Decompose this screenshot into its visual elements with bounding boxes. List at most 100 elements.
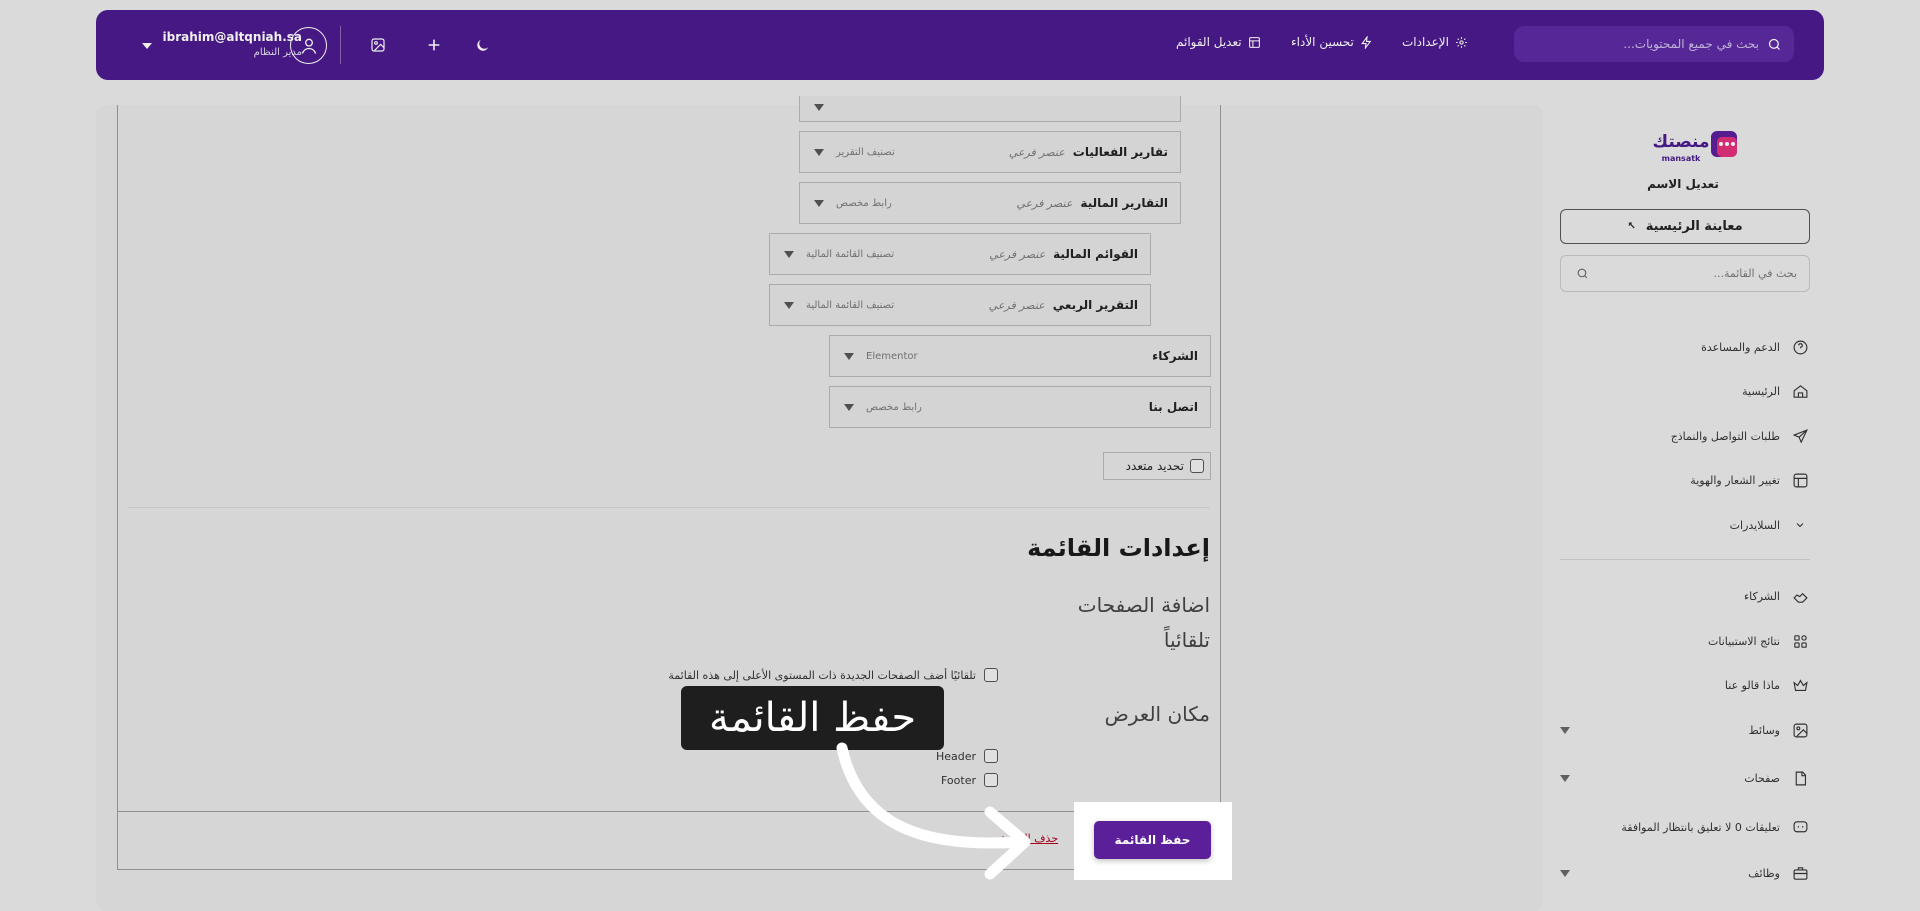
sidebar-item-media[interactable]: وسائط xyxy=(1560,716,1810,744)
sidebar-search[interactable] xyxy=(1560,255,1810,292)
location-option-header[interactable]: Header xyxy=(880,749,998,763)
section-divider xyxy=(127,507,1210,508)
save-menu-button[interactable]: حفظ القائمة xyxy=(1094,821,1211,859)
sidebar-item-label: الشركاء xyxy=(1743,589,1780,603)
bulk-select-toggle[interactable]: تحديد متعدد xyxy=(1103,452,1211,480)
sidebar-item-partners[interactable]: الشركاء xyxy=(1560,582,1810,610)
footer-location-checkbox[interactable] xyxy=(984,773,998,787)
avatar[interactable] xyxy=(290,27,327,64)
menu-item-title: القوائم المالية xyxy=(1053,247,1138,261)
expand-arrow-icon[interactable] xyxy=(814,104,824,111)
menu-item-title: الشركاء xyxy=(1152,349,1198,363)
home-icon xyxy=(1790,381,1810,401)
site-name[interactable]: تعديل الاسم xyxy=(1543,177,1823,191)
sidebar-item-branding[interactable]: تغيير الشعار والهوية xyxy=(1560,466,1810,494)
nav-performance-label: تحسين الأداء xyxy=(1291,35,1354,49)
auto-add-pages-option[interactable]: تلقائيًا أضف الصفحات الجديدة ذات المستوى… xyxy=(600,668,998,682)
expand-arrow-icon[interactable] xyxy=(814,149,824,156)
nav-settings[interactable]: الإعدادات xyxy=(1402,35,1468,49)
menu-item[interactable]: التقرير الربعي عنصر فرعي تصنيف القائمة ا… xyxy=(769,284,1151,326)
sidebar-item-support[interactable]: الدعم والمساعدة xyxy=(1560,333,1810,361)
location-option-footer[interactable]: Footer xyxy=(880,773,998,787)
sidebar-item-label: طلبات التواصل والنماذج xyxy=(1670,429,1780,443)
sidebar-item-survey-results[interactable]: نتائج الاستبيانات xyxy=(1560,627,1810,655)
send-icon xyxy=(1790,426,1810,446)
top-header: ibrahim@altqniah.sa مدير النظام تعديل ال… xyxy=(96,10,1824,80)
menu-item[interactable]: اتصل بنا رابط مخصص xyxy=(829,386,1211,428)
sidebar-item-jobs[interactable]: وظائف xyxy=(1560,859,1810,887)
bolt-icon xyxy=(1360,35,1372,49)
menu-item-category: رابط مخصص xyxy=(866,401,922,413)
menu-item-type: عنصر فرعي xyxy=(1016,196,1073,210)
expand-arrow-icon[interactable] xyxy=(844,404,854,411)
menu-layout-icon xyxy=(1248,36,1260,48)
nav-performance[interactable]: تحسين الأداء xyxy=(1291,35,1373,49)
sidebar-item-pages[interactable]: صفحات xyxy=(1560,764,1810,792)
sidebar-item-label: وظائف xyxy=(1748,866,1780,880)
menu-item[interactable]: التقارير المالية عنصر فرعي رابط مخصص xyxy=(799,182,1181,224)
brand-logo[interactable]: منصتك mansatk xyxy=(1641,125,1741,169)
menu-item-type: عنصر فرعي xyxy=(988,298,1045,312)
nav-edit-menus[interactable]: تعديل القوائم xyxy=(1176,35,1261,49)
sidebar-item-contact-requests[interactable]: طلبات التواصل والنماذج xyxy=(1560,422,1810,450)
expand-arrow-icon[interactable] xyxy=(1560,869,1570,877)
dark-mode-icon[interactable] xyxy=(470,33,494,57)
menu-item[interactable]: تقارير الفعاليات عنصر فرعي تصنيف التقرير xyxy=(799,131,1181,173)
add-pages-heading: اضافة الصفحات تلقائياً xyxy=(930,588,1210,658)
header-location-label: Header xyxy=(935,749,976,763)
preview-home-label: معاينة الرئيسية xyxy=(1645,219,1743,234)
gear-icon xyxy=(1456,36,1467,48)
sidebar-item-comments[interactable]: تعليقات 0 لا تعليق بانتظار الموافقة xyxy=(1560,813,1810,841)
sidebar-item-label: تغيير الشعار والهوية xyxy=(1690,473,1780,487)
help-icon xyxy=(1790,337,1810,357)
user-menu-caret-icon[interactable] xyxy=(142,43,152,49)
global-search-input[interactable] xyxy=(1539,37,1759,51)
global-search[interactable] xyxy=(1514,26,1794,62)
menu-item[interactable]: القوائم المالية عنصر فرعي تصنيف القائمة … xyxy=(769,233,1151,275)
display-location-heading: مكان العرض xyxy=(1104,702,1210,726)
user-info[interactable]: ibrahim@altqniah.sa مدير النظام xyxy=(162,30,302,58)
page-icon xyxy=(1790,768,1810,788)
add-icon[interactable] xyxy=(422,33,446,57)
menu-item-category: تصنيف القائمة المالية xyxy=(806,248,895,260)
sidebar-item-sliders[interactable]: السلايدرات xyxy=(1560,511,1810,539)
expand-arrow-icon[interactable] xyxy=(784,302,794,309)
sidebar-item-home[interactable]: الرئيسية xyxy=(1560,377,1810,405)
header-divider xyxy=(340,26,341,64)
add-pages-line2: تلقائياً xyxy=(1163,628,1210,652)
media-icon[interactable] xyxy=(366,33,390,57)
nav-edit-menus-label: تعديل القوائم xyxy=(1176,35,1242,49)
user-icon xyxy=(301,38,316,54)
sidebar-item-label: وسائط xyxy=(1748,723,1780,737)
sidebar-item-label: ماذا قالو عنا xyxy=(1724,678,1780,692)
nav-settings-label: الإعدادات xyxy=(1402,35,1449,49)
sidebar-item-label: السلايدرات xyxy=(1729,518,1780,532)
chevron-down-icon xyxy=(1790,515,1810,535)
menu-item-title: التقارير المالية xyxy=(1080,196,1168,210)
delete-menu-link[interactable]: حذف القائمة xyxy=(1000,832,1058,845)
sidebar-item-label: الرئيسية xyxy=(1742,384,1780,398)
expand-arrow-icon[interactable] xyxy=(1560,774,1570,782)
expand-arrow-icon[interactable] xyxy=(784,251,794,258)
preview-home-button[interactable]: معاينة الرئيسية ↖ xyxy=(1560,209,1810,244)
bulk-select-checkbox[interactable] xyxy=(1190,459,1204,473)
expand-arrow-icon[interactable] xyxy=(844,353,854,360)
tour-tooltip-text: حفظ القائمة xyxy=(708,695,917,741)
header-location-checkbox[interactable] xyxy=(984,749,998,763)
menu-item-partial[interactable] xyxy=(799,96,1181,122)
menu-item-category: Elementor xyxy=(866,350,918,362)
menu-item[interactable]: الشركاء Elementor xyxy=(829,335,1211,377)
menu-item-title: التقرير الربعي xyxy=(1052,298,1138,312)
crown-icon xyxy=(1790,675,1810,695)
expand-arrow-icon[interactable] xyxy=(1560,726,1570,734)
sidebar-search-input[interactable] xyxy=(1597,267,1797,280)
auto-add-checkbox[interactable] xyxy=(984,668,998,682)
add-pages-line1: اضافة الصفحات xyxy=(1077,593,1210,617)
sidebar-item-testimonials[interactable]: ماذا قالو عنا xyxy=(1560,671,1810,699)
expand-arrow-icon[interactable] xyxy=(814,200,824,207)
sidebar-item-label: تعليقات 0 لا تعليق بانتظار الموافقة xyxy=(1621,820,1780,834)
menu-item-title: تقارير الفعاليات xyxy=(1072,145,1168,159)
sidebar-item-label: صفحات xyxy=(1744,771,1780,785)
user-role: مدير النظام xyxy=(253,47,302,58)
svg-text:منصتك: منصتك xyxy=(1653,132,1710,152)
